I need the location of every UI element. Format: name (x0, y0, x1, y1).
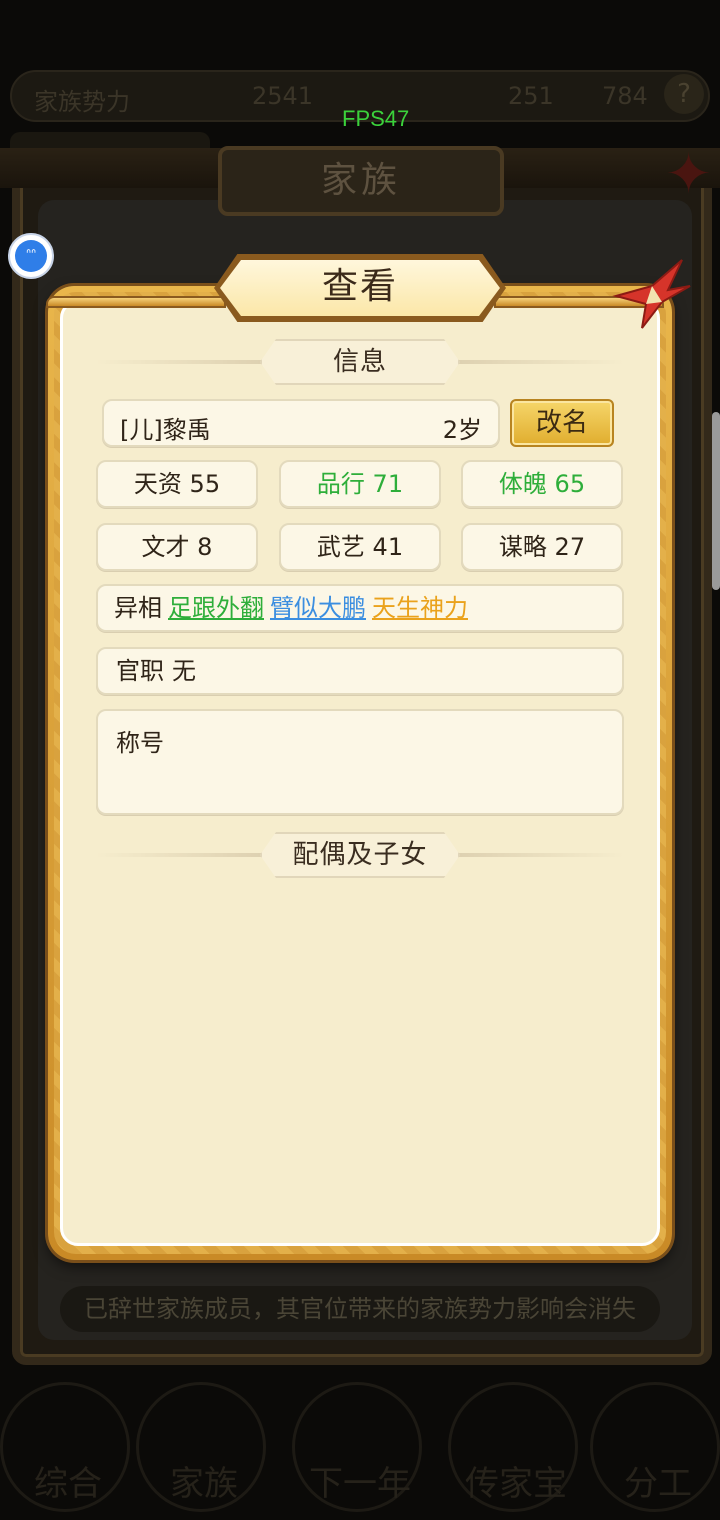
swallow-emblem-icon (612, 259, 691, 329)
section-title-spouse-children: 配偶及子女 (292, 840, 428, 870)
stat-physique: 体魄 65 (461, 460, 623, 508)
office-label: 官职 (116, 657, 164, 685)
member-name-field: [儿]黎禹 2岁 (102, 399, 500, 447)
office-value: 无 (172, 657, 196, 685)
nav-next-year[interactable]: 下一年 (292, 1382, 422, 1512)
family-power-value: 2541 (252, 82, 314, 110)
family-panel-title: 家族 (218, 146, 504, 216)
family-power-label: 家族势力 (34, 88, 130, 116)
stat-morality: 品行 71 (279, 460, 441, 508)
question-icon[interactable]: ? (664, 74, 704, 114)
traits-row: 异相 足跟外翻 臂似大鹏 天生神力 (96, 584, 624, 632)
nav-assignment[interactable]: 分工 (590, 1382, 720, 1512)
member-name: [儿]黎禹 (120, 416, 211, 444)
dialog-title: 查看 (321, 266, 398, 307)
fps-counter: FPS47 (342, 106, 410, 131)
section-divider-family: 配偶及子女 (96, 832, 624, 878)
member-age: 2岁 (442, 416, 482, 444)
stat-martial: 武艺 41 (279, 523, 441, 571)
side-edge-handle[interactable] (712, 412, 720, 590)
stat-literary: 文才 8 (96, 523, 258, 571)
stat-strategy: 谋略 27 (461, 523, 623, 571)
resource-value: 251 (508, 82, 554, 110)
swallow-emblem-icon: ✦ (665, 142, 712, 207)
nav-overview[interactable]: 综合 (0, 1382, 130, 1512)
dialog-title-plate: 查看 (214, 254, 506, 322)
nav-heirloom[interactable]: 传家宝 (448, 1382, 578, 1512)
trait-link[interactable]: 天生神力 (372, 594, 468, 622)
nav-family[interactable]: 家族 (136, 1382, 266, 1512)
gold-value: 784 (602, 82, 648, 110)
rename-button[interactable]: 改名 (510, 399, 614, 447)
traits-label: 异相 (114, 594, 162, 622)
deceased-notice: 已辞世家族成员，其官位带来的家族势力影响会消失 (60, 1286, 660, 1332)
office-row: 官职无 (96, 647, 624, 695)
trait-link[interactable]: 足跟外翻 (168, 594, 264, 622)
titles-label: 称号 (116, 729, 164, 757)
assistant-bubble-icon[interactable]: ᐢᐢ (8, 233, 54, 279)
titles-box: 称号 (96, 709, 624, 815)
title-wing-left (46, 296, 226, 308)
section-title-info: 信息 (332, 347, 387, 377)
stat-talent: 天资 55 (96, 460, 258, 508)
section-divider-info: 信息 (96, 339, 624, 385)
bottom-nav: 综合 家族 下一年 传家宝 分工 (0, 1372, 720, 1520)
trait-link[interactable]: 臂似大鹏 (270, 594, 366, 622)
